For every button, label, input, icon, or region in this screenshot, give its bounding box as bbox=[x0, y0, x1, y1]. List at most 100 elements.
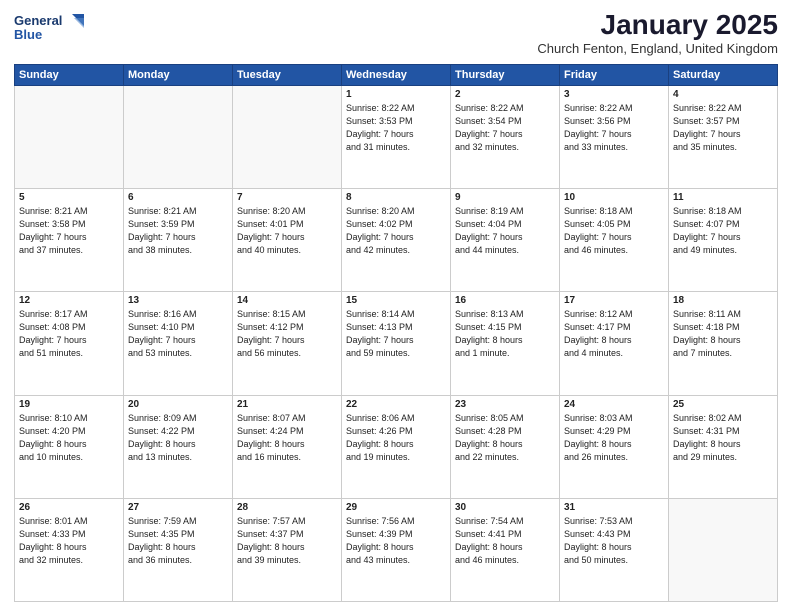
cell-week3-day6: 18Sunrise: 8:11 AM Sunset: 4:18 PM Dayli… bbox=[669, 292, 778, 395]
svg-text:General: General bbox=[14, 13, 62, 28]
cell-week2-day6: 11Sunrise: 8:18 AM Sunset: 4:07 PM Dayli… bbox=[669, 189, 778, 292]
calendar-table: SundayMondayTuesdayWednesdayThursdayFrid… bbox=[14, 64, 778, 602]
cell-week2-day3: 8 Sunrise: 8:20 AM Sunset: 4:02 PM Daylig… bbox=[342, 189, 451, 292]
logo: General Blue bbox=[14, 10, 84, 46]
day-info: Sunrise: 8:06 AM Sunset: 4:26 PM Dayligh… bbox=[346, 412, 446, 464]
day-number: 15 bbox=[346, 295, 446, 306]
day-number: 19 bbox=[19, 399, 119, 410]
day-number: 9 bbox=[455, 192, 555, 203]
day-number: 2 bbox=[455, 89, 555, 100]
day-info: Sunrise: 8:07 AM Sunset: 4:24 PM Dayligh… bbox=[237, 412, 337, 464]
day-info: Sunrise: 8:18 AM Sunset: 4:05 PM Dayligh… bbox=[564, 205, 664, 257]
day-info: Sunrise: 8:19 AM Sunset: 4:04 PM Dayligh… bbox=[455, 205, 555, 257]
day-info: Sunrise: 8:10 AM Sunset: 4:20 PM Dayligh… bbox=[19, 412, 119, 464]
cell-week5-day2: 28 Sunrise: 7:57 AM Sunset: 4:37 PM Dayli… bbox=[233, 498, 342, 601]
cell-week3-day3: 15 Sunrise: 8:14 AM Sunset: 4:13 PM Dayli… bbox=[342, 292, 451, 395]
day-number: 10 bbox=[564, 192, 664, 203]
day-number: 30 bbox=[455, 502, 555, 513]
cell-week4-day5: 24 Sunrise: 8:03 AM Sunset: 4:29 PM Dayli… bbox=[560, 395, 669, 498]
cell-week2-day1: 6 Sunrise: 8:21 AM Sunset: 3:59 PM Daylig… bbox=[124, 189, 233, 292]
day-info: Sunrise: 7:57 AM Sunset: 4:37 PM Dayligh… bbox=[237, 515, 337, 567]
weekday-header-friday: Friday bbox=[560, 64, 669, 85]
day-number: 1 bbox=[346, 89, 446, 100]
cell-week4-day4: 23Sunrise: 8:05 AM Sunset: 4:28 PM Dayli… bbox=[451, 395, 560, 498]
day-info: Sunrise: 7:54 AM Sunset: 4:41 PM Dayligh… bbox=[455, 515, 555, 567]
day-info: Sunrise: 8:12 AM Sunset: 4:17 PM Dayligh… bbox=[564, 308, 664, 360]
day-info: Sunrise: 7:59 AM Sunset: 4:35 PM Dayligh… bbox=[128, 515, 228, 567]
day-number: 5 bbox=[19, 192, 119, 203]
cell-week1-day3: 1 Sunrise: 8:22 AM Sunset: 3:53 PM Daylig… bbox=[342, 85, 451, 188]
day-number: 3 bbox=[564, 89, 664, 100]
cell-week2-day2: 7 Sunrise: 8:20 AM Sunset: 4:01 PM Daylig… bbox=[233, 189, 342, 292]
day-number: 8 bbox=[346, 192, 446, 203]
day-number: 27 bbox=[128, 502, 228, 513]
calendar-body: 1 Sunrise: 8:22 AM Sunset: 3:53 PM Daylig… bbox=[15, 85, 778, 601]
day-info: Sunrise: 8:20 AM Sunset: 4:01 PM Dayligh… bbox=[237, 205, 337, 257]
day-number: 31 bbox=[564, 502, 664, 513]
day-info: Sunrise: 8:21 AM Sunset: 3:58 PM Dayligh… bbox=[19, 205, 119, 257]
week-row-1: 1 Sunrise: 8:22 AM Sunset: 3:53 PM Daylig… bbox=[15, 85, 778, 188]
cell-week4-day1: 20Sunrise: 8:09 AM Sunset: 4:22 PM Dayli… bbox=[124, 395, 233, 498]
cell-week3-day0: 12 Sunrise: 8:17 AM Sunset: 4:08 PM Dayli… bbox=[15, 292, 124, 395]
day-number: 25 bbox=[673, 399, 773, 410]
location-subtitle: Church Fenton, England, United Kingdom bbox=[537, 41, 778, 56]
day-info: Sunrise: 8:21 AM Sunset: 3:59 PM Dayligh… bbox=[128, 205, 228, 257]
cell-week1-day4: 2 Sunrise: 8:22 AM Sunset: 3:54 PM Daylig… bbox=[451, 85, 560, 188]
day-info: Sunrise: 8:15 AM Sunset: 4:12 PM Dayligh… bbox=[237, 308, 337, 360]
day-number: 13 bbox=[128, 295, 228, 306]
day-info: Sunrise: 8:13 AM Sunset: 4:15 PM Dayligh… bbox=[455, 308, 555, 360]
day-info: Sunrise: 8:17 AM Sunset: 4:08 PM Dayligh… bbox=[19, 308, 119, 360]
day-number: 24 bbox=[564, 399, 664, 410]
cell-week2-day0: 5 Sunrise: 8:21 AM Sunset: 3:58 PM Daylig… bbox=[15, 189, 124, 292]
page: General Blue January 2025 Church Fenton,… bbox=[0, 0, 792, 612]
weekday-header-thursday: Thursday bbox=[451, 64, 560, 85]
cell-week1-day6: 4Sunrise: 8:22 AM Sunset: 3:57 PM Daylig… bbox=[669, 85, 778, 188]
day-info: Sunrise: 8:22 AM Sunset: 3:54 PM Dayligh… bbox=[455, 102, 555, 154]
day-info: Sunrise: 8:18 AM Sunset: 4:07 PM Dayligh… bbox=[673, 205, 773, 257]
cell-week4-day3: 22 Sunrise: 8:06 AM Sunset: 4:26 PM Dayli… bbox=[342, 395, 451, 498]
logo-svg: General Blue bbox=[14, 10, 84, 46]
week-row-4: 19 Sunrise: 8:10 AM Sunset: 4:20 PM Dayli… bbox=[15, 395, 778, 498]
day-number: 26 bbox=[19, 502, 119, 513]
month-title: January 2025 bbox=[537, 10, 778, 41]
day-number: 17 bbox=[564, 295, 664, 306]
day-info: Sunrise: 8:14 AM Sunset: 4:13 PM Dayligh… bbox=[346, 308, 446, 360]
cell-week5-day5: 31 Sunrise: 7:53 AM Sunset: 4:43 PM Dayli… bbox=[560, 498, 669, 601]
cell-week5-day0: 26Sunrise: 8:01 AM Sunset: 4:33 PM Dayli… bbox=[15, 498, 124, 601]
day-info: Sunrise: 8:09 AM Sunset: 4:22 PM Dayligh… bbox=[128, 412, 228, 464]
cell-week1-day2 bbox=[233, 85, 342, 188]
day-info: Sunrise: 8:03 AM Sunset: 4:29 PM Dayligh… bbox=[564, 412, 664, 464]
day-number: 29 bbox=[346, 502, 446, 513]
cell-week3-day2: 14Sunrise: 8:15 AM Sunset: 4:12 PM Dayli… bbox=[233, 292, 342, 395]
day-info: Sunrise: 7:53 AM Sunset: 4:43 PM Dayligh… bbox=[564, 515, 664, 567]
day-number: 7 bbox=[237, 192, 337, 203]
weekday-header-wednesday: Wednesday bbox=[342, 64, 451, 85]
weekday-header-sunday: Sunday bbox=[15, 64, 124, 85]
cell-week1-day0 bbox=[15, 85, 124, 188]
day-info: Sunrise: 8:22 AM Sunset: 3:56 PM Dayligh… bbox=[564, 102, 664, 154]
week-row-3: 12 Sunrise: 8:17 AM Sunset: 4:08 PM Dayli… bbox=[15, 292, 778, 395]
svg-text:Blue: Blue bbox=[14, 27, 42, 42]
cell-week5-day3: 29Sunrise: 7:56 AM Sunset: 4:39 PM Dayli… bbox=[342, 498, 451, 601]
cell-week2-day4: 9 Sunrise: 8:19 AM Sunset: 4:04 PM Daylig… bbox=[451, 189, 560, 292]
cell-week2-day5: 10 Sunrise: 8:18 AM Sunset: 4:05 PM Dayli… bbox=[560, 189, 669, 292]
day-info: Sunrise: 8:05 AM Sunset: 4:28 PM Dayligh… bbox=[455, 412, 555, 464]
day-number: 18 bbox=[673, 295, 773, 306]
day-info: Sunrise: 8:22 AM Sunset: 3:53 PM Dayligh… bbox=[346, 102, 446, 154]
day-number: 12 bbox=[19, 295, 119, 306]
day-number: 22 bbox=[346, 399, 446, 410]
day-info: Sunrise: 8:20 AM Sunset: 4:02 PM Dayligh… bbox=[346, 205, 446, 257]
cell-week3-day1: 13Sunrise: 8:16 AM Sunset: 4:10 PM Dayli… bbox=[124, 292, 233, 395]
day-info: Sunrise: 8:02 AM Sunset: 4:31 PM Dayligh… bbox=[673, 412, 773, 464]
week-row-2: 5 Sunrise: 8:21 AM Sunset: 3:58 PM Daylig… bbox=[15, 189, 778, 292]
cell-week4-day2: 21 Sunrise: 8:07 AM Sunset: 4:24 PM Dayli… bbox=[233, 395, 342, 498]
day-number: 4 bbox=[673, 89, 773, 100]
header: General Blue January 2025 Church Fenton,… bbox=[14, 10, 778, 56]
cell-week5-day4: 30 Sunrise: 7:54 AM Sunset: 4:41 PM Dayli… bbox=[451, 498, 560, 601]
day-number: 16 bbox=[455, 295, 555, 306]
day-number: 6 bbox=[128, 192, 228, 203]
day-number: 21 bbox=[237, 399, 337, 410]
day-number: 28 bbox=[237, 502, 337, 513]
weekday-header-row: SundayMondayTuesdayWednesdayThursdayFrid… bbox=[15, 64, 778, 85]
weekday-header-saturday: Saturday bbox=[669, 64, 778, 85]
